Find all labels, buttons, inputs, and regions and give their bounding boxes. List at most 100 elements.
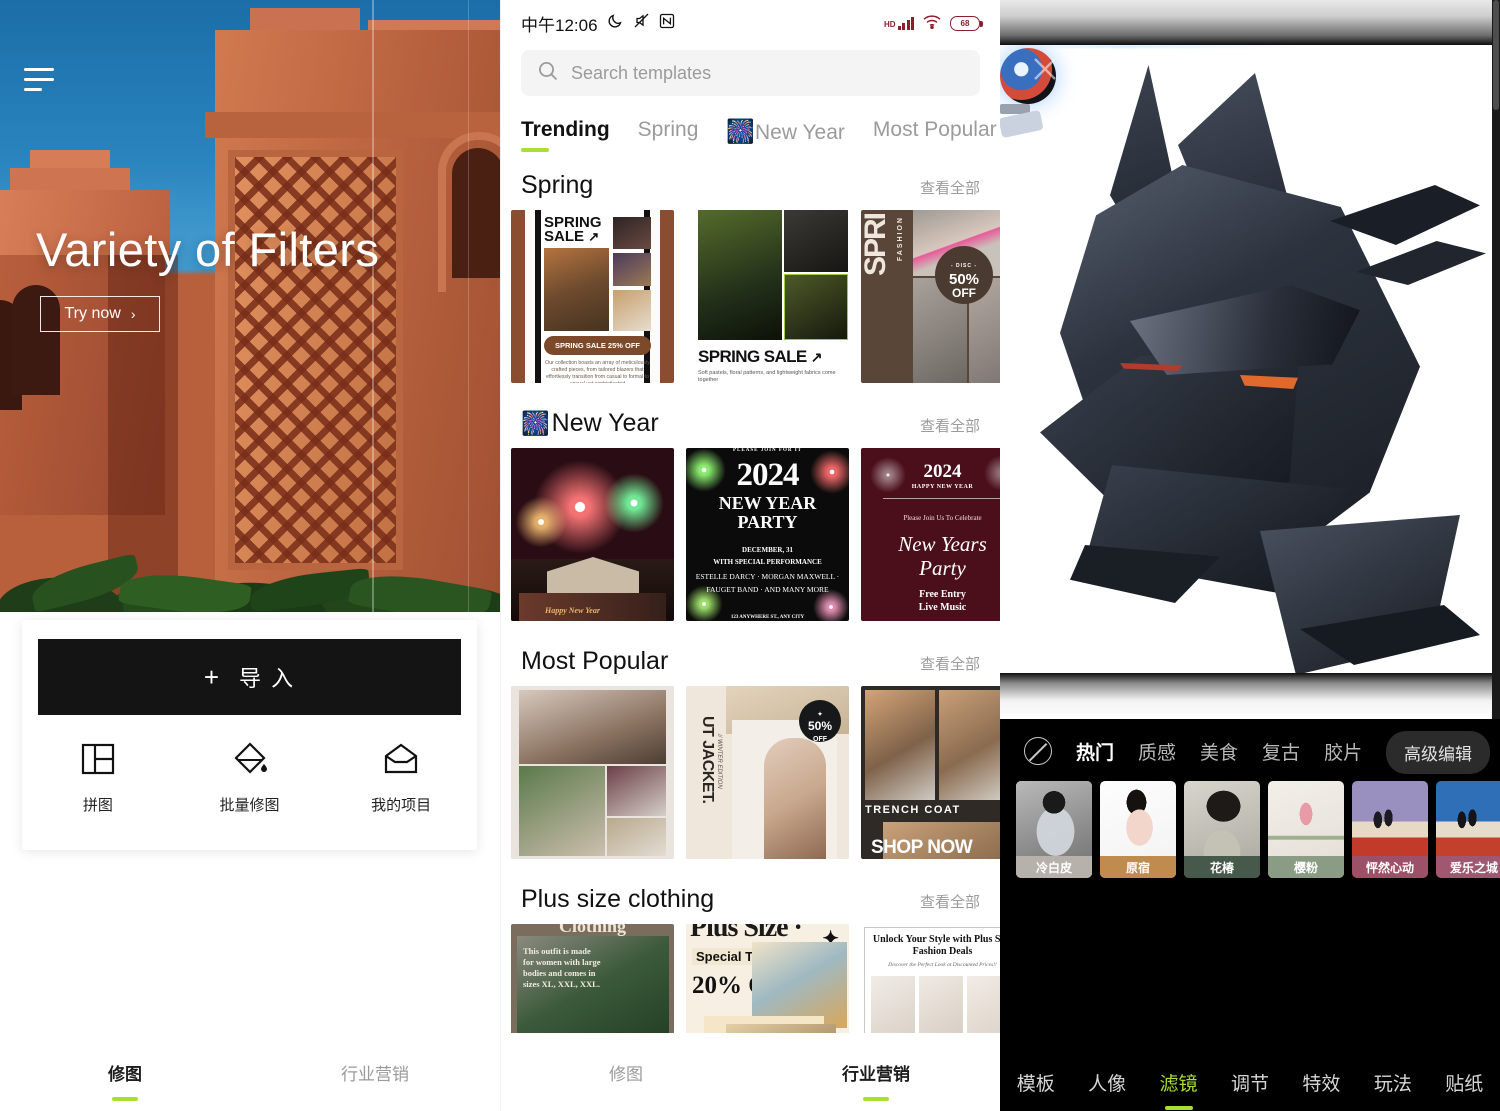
right-nav-sticker[interactable]: 贴纸 [1429,1069,1500,1096]
template-row-most-popular: UT JACKET. // WINTER EDITION ✦ 50% OFF TRE… [501,686,1000,859]
template-card[interactable]: 2024 HAPPY NEW YEAR Please Join Us To Ce… [861,448,1000,621]
hamburger-icon[interactable] [24,68,54,96]
close-icon[interactable] [1028,52,1062,86]
section-title-spring: Spring [521,171,594,199]
mech-wolf-artwork [1000,45,1492,673]
signal-icon [897,16,914,30]
mid-nav-active-indicator [863,1096,889,1101]
tab-most-popular-label: Most Popular [872,118,997,141]
template-card[interactable]: PLEASE JOIN FOR IT 2024 NEW YEAR PARTY DE… [686,448,849,621]
filter-cat-texture[interactable]: 质感 [1138,738,1176,765]
filter-cat-film[interactable]: 胶片 [1324,738,1362,765]
network-label: HD [883,19,896,29]
section-title-new-year-text: New Year [551,409,659,437]
see-all-new-year[interactable]: 查看全部 [920,415,980,436]
filter-thumb[interactable]: 花椿 [1184,781,1260,878]
see-all-spring[interactable]: 查看全部 [920,177,980,198]
section-title-most-popular: Most Popular [521,647,669,675]
battery-level: 68 [960,18,970,28]
status-time: 中午12:06 [521,15,598,35]
preview-top-gradient [1000,0,1492,45]
filter-thumb[interactable]: 原宿 [1100,781,1176,878]
filter-category-tabs: 热门 质感 美食 复古 胶片 自 高级编辑 [1000,719,1500,774]
tab-spring[interactable]: Spring [638,118,699,142]
tab-new-year-label: New Year [755,121,845,144]
right-nav-effects[interactable]: 特效 [1286,1069,1357,1096]
right-nav-portrait[interactable]: 人像 [1071,1069,1142,1096]
mid-nav-marketing[interactable]: 行业营销 [751,1060,1000,1101]
hero-banner[interactable]: Variety of Filters Try now › [0,0,500,612]
action-collage[interactable]: 拼图 [22,740,174,815]
tab-most-popular[interactable]: Most Popular [873,118,997,142]
image-preview[interactable] [1000,45,1492,673]
filter-thumb-label: 爱乐之城 [1436,856,1500,878]
tab-new-year[interactable]: 🎆New Year [726,118,845,145]
right-nav-adjust-label: 调节 [1230,1073,1269,1095]
action-my-projects[interactable]: 我的项目 [325,740,477,815]
left-nav-active-indicator [112,1096,138,1101]
mid-nav-retouch[interactable]: 修图 [501,1060,751,1085]
filter-thumb[interactable]: 冷白皮 [1016,781,1092,878]
filters-panel: 热门 质感 美食 复古 胶片 自 高级编辑 冷白皮 原宿 [1000,719,1500,1111]
preview-scrollbar[interactable] [1492,0,1500,719]
left-nav-marketing[interactable]: 行业营销 [250,1060,500,1085]
left-bottom-nav: 修图 行业营销 [0,1033,500,1111]
search-input[interactable]: Search templates [521,50,980,96]
tab-trending[interactable]: Trending [521,118,610,152]
section-title-plus-size: Plus size clothing [521,885,715,913]
hero-title: Variety of Filters [36,223,380,276]
right-nav-adjust[interactable]: 调节 [1214,1069,1285,1096]
import-label: 导 入 [239,666,296,691]
filter-cat-food[interactable]: 美食 [1200,738,1238,765]
template-card[interactable]: SPRING SALE ↗ Soft pastels, floral patte… [686,210,849,383]
right-nav-portrait-label: 人像 [1088,1073,1127,1095]
chevron-right-icon: › [130,306,136,322]
filter-thumbnail-strip[interactable]: 冷白皮 原宿 花椿 樱粉 怦然心动 爱乐之城 [1000,765,1500,878]
template-card[interactable]: UT JACKET. // WINTER EDITION ✦ 50% OFF [686,686,849,859]
right-nav-effects-label: 特效 [1302,1073,1341,1095]
right-nav-filter[interactable]: 滤镜 [1143,1069,1214,1110]
see-all-most-popular[interactable]: 查看全部 [920,653,980,674]
left-nav-retouch[interactable]: 修图 [0,1060,250,1101]
right-bottom-nav: 模板 人像 滤镜 调节 特效 玩法 贴纸 [1000,1053,1500,1111]
section-header-plus-size: Plus size clothing 查看全部 [501,859,1000,924]
left-nav-retouch-label: 修图 [108,1064,142,1084]
section-title-new-year: 🎆 New Year [521,409,659,438]
right-nav-template-label: 模板 [1016,1073,1055,1095]
filter-cat-retro[interactable]: 复古 [1262,738,1300,765]
template-card[interactable]: SPRING SALE ↗ SPRING SALE 25% OFF Our col… [511,210,674,383]
template-card[interactable] [511,686,674,859]
right-nav-template[interactable]: 模板 [1000,1069,1071,1096]
template-row-new-year: Happy New Year PLEASE JOIN FOR IT 2024 N… [501,448,1000,621]
see-all-plus-size[interactable]: 查看全部 [920,891,980,912]
import-button[interactable]: + 导 入 [38,639,461,715]
screen: Variety of Filters Try now › + 导 入 拼图 批量… [0,0,1500,1111]
moon-icon [607,12,624,34]
mute-icon [633,12,650,34]
filter-thumb[interactable]: 爱乐之城 [1436,781,1500,878]
tab-spring-label: Spring [637,118,699,141]
download-icon[interactable] [1448,52,1482,86]
advanced-edit-button[interactable]: 高级编辑 [1386,731,1490,774]
filter-cat-hot[interactable]: 热门 [1076,738,1114,765]
section-header-spring: Spring 查看全部 [501,145,1000,210]
filter-thumb[interactable]: 怦然心动 [1352,781,1428,878]
collage-icon [79,740,117,778]
mid-nav-marketing-label: 行业营销 [842,1064,910,1084]
tab-active-indicator [521,148,549,152]
filter-thumb-label: 原宿 [1100,856,1176,878]
no-filter-icon[interactable] [1024,737,1052,765]
template-card[interactable]: Happy New Year [511,448,674,621]
filter-thumb-label: 怦然心动 [1352,856,1428,878]
right-nav-playstyle[interactable]: 玩法 [1357,1069,1428,1096]
try-now-button[interactable]: Try now › [40,296,160,332]
preview-bottom-gradient [1000,673,1492,719]
fireworks-icon: 🎆 [726,118,756,144]
template-card[interactable]: SPRI FASHION - DISC -50% OFF [861,210,1000,383]
template-card[interactable]: TRENCH COAT SHOP NOW [861,686,1000,859]
try-now-label: Try now [64,305,121,322]
action-batch-edit[interactable]: 批量修图 [174,740,326,815]
filter-thumb[interactable]: 樱粉 [1268,781,1344,878]
fireworks-icon: 🎆 [521,410,550,436]
filter-thumb-label: 花椿 [1184,856,1260,878]
